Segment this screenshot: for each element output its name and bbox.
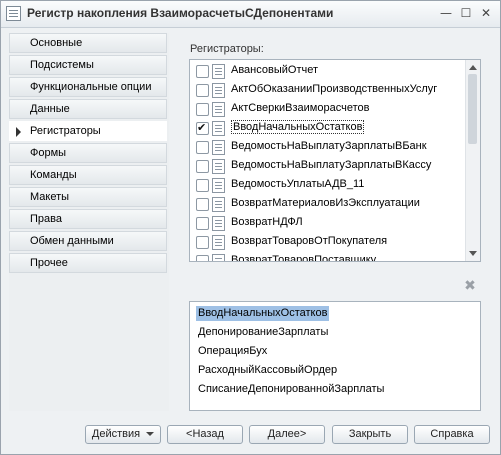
registrator-name: ВедомостьНаВыплатуЗарплатыВКассу [231, 159, 432, 171]
next-button[interactable]: Далее> [249, 425, 325, 444]
registrator-checkbox[interactable] [196, 217, 209, 230]
nav-item-label: Формы [30, 147, 67, 159]
nav-item-label: Основные [30, 37, 83, 49]
list-item[interactable]: ОперацияБух [196, 344, 269, 359]
nav-item-label: Права [30, 213, 62, 225]
nav-item-forms[interactable]: Формы [9, 143, 167, 163]
registrator-checkbox[interactable] [196, 236, 209, 249]
document-icon [212, 254, 225, 261]
nav-item-label: Регистраторы [30, 125, 101, 137]
minimize-icon[interactable]: — [439, 6, 453, 20]
nav-item-data-exchange[interactable]: Обмен данными [9, 231, 167, 251]
registrator-checkbox[interactable] [196, 255, 209, 261]
list-item[interactable]: ВводНачальныхОстатков [196, 306, 330, 321]
registrator-row[interactable]: АвансовыйОтчет [190, 62, 464, 81]
close-button-label: Закрыть [348, 428, 392, 440]
window-title: Регистр накопления ВзаиморасчетыСДепонен… [27, 6, 334, 20]
registrators-list[interactable]: АвансовыйОтчет АктОбОказанииПроизводстве… [189, 59, 481, 262]
nav-item-label: Функциональные опции [30, 81, 152, 93]
back-button-label: <Назад [186, 428, 224, 440]
registrator-row[interactable]: ВозвратНДФЛ [190, 214, 464, 233]
nav-item-label: Данные [30, 103, 70, 115]
nav-item-functional-options[interactable]: Функциональные опции [9, 77, 167, 97]
nav-item-data[interactable]: Данные [9, 99, 167, 119]
nav-item-other[interactable]: Прочее [9, 253, 167, 273]
nav-item-label: Обмен данными [30, 235, 114, 247]
actions-button[interactable]: Действия [85, 425, 161, 444]
maximize-icon[interactable]: ☐ [459, 6, 473, 20]
document-icon [212, 197, 225, 212]
remove-icon[interactable]: ✖ [463, 279, 477, 293]
nav-item-label: Команды [30, 169, 77, 181]
registrator-name: ВводНачальныхОстатков [231, 120, 365, 134]
nav-item-label: Подсистемы [30, 59, 94, 71]
document-icon [212, 121, 225, 136]
current-section-arrow-icon [16, 127, 21, 137]
document-icon [212, 178, 225, 193]
nav-item-commands[interactable]: Команды [9, 165, 167, 185]
document-icon [212, 64, 225, 79]
title-bar: Регистр накопления ВзаиморасчетыСДепонен… [1, 1, 500, 28]
registrator-row[interactable]: ВозвратМатериаловИзЭксплуатации [190, 195, 464, 214]
document-icon [212, 102, 225, 117]
close-button[interactable]: Закрыть [332, 425, 408, 444]
document-icon [212, 159, 225, 174]
selected-registrators-list[interactable]: ВводНачальныхОстатков ДепонированиеЗарпл… [189, 301, 481, 411]
register-icon [6, 6, 21, 21]
registrator-name: ВедомостьУплатыАДВ_11 [231, 178, 365, 190]
scroll-thumb[interactable] [468, 74, 477, 144]
close-icon[interactable]: ✕ [479, 6, 493, 20]
registrator-name: ВозвратНДФЛ [231, 216, 303, 228]
list-item[interactable]: РасходныйКассовыйОрдер [196, 363, 339, 378]
registrator-row[interactable]: ВедомостьНаВыплатуЗарплатыВКассу [190, 157, 464, 176]
registrator-name: АктСверкиВзаиморасчетов [231, 102, 370, 114]
registrator-name: ВозвратТоваровПоставщику [231, 254, 377, 262]
registrator-row[interactable]: АктСверкиВзаиморасчетов [190, 100, 464, 119]
registrator-checkbox[interactable] [196, 121, 209, 135]
document-icon [212, 140, 225, 155]
nav-item-main[interactable]: Основные [9, 33, 167, 53]
registrator-row[interactable]: ВедомостьУплатыАДВ_11 [190, 176, 464, 195]
document-icon [212, 216, 225, 231]
scroll-down-icon[interactable] [469, 251, 477, 256]
registrator-row[interactable]: ВозвратТоваровОтПокупателя [190, 233, 464, 252]
registrator-checkbox[interactable] [196, 65, 209, 78]
editor-window: Регистр накопления ВзаиморасчетыСДепонен… [0, 0, 501, 455]
registrator-name: ВозвратТоваровОтПокупателя [231, 235, 388, 247]
registrator-name: АктОбОказанииПроизводственныхУслуг [231, 83, 438, 95]
registrator-row[interactable]: ВводНачальныхОстатков [190, 119, 464, 138]
list-item[interactable]: ДепонированиеЗарплаты [196, 325, 330, 340]
next-button-label: Далее> [267, 428, 307, 440]
registrator-checkbox[interactable] [196, 141, 209, 154]
nav-item-label: Макеты [30, 191, 70, 203]
list-item[interactable]: СписаниеДепонированнойЗарплаты [196, 382, 386, 397]
registrator-row[interactable]: ВедомостьНаВыплатуЗарплатыВБанк [190, 138, 464, 157]
document-icon [212, 235, 225, 250]
nav-item-templates[interactable]: Макеты [9, 187, 167, 207]
registrator-row[interactable]: АктОбОказанииПроизводственныхУслуг [190, 81, 464, 100]
registrator-checkbox[interactable] [196, 179, 209, 192]
registrator-checkbox[interactable] [196, 84, 209, 97]
registrator-checkbox[interactable] [196, 198, 209, 211]
sections-nav: Основные Подсистемы Функциональные опции… [9, 33, 169, 411]
registrator-checkbox[interactable] [196, 103, 209, 116]
help-button[interactable]: Справка [414, 425, 490, 444]
nav-item-registrators[interactable]: Регистраторы [9, 121, 167, 141]
scroll-up-icon[interactable] [469, 65, 477, 70]
registrators-scrollbar[interactable] [465, 60, 480, 261]
nav-item-subsystems[interactable]: Подсистемы [9, 55, 167, 75]
dropdown-arrow-icon [146, 432, 155, 437]
registrators-label: Регистраторы: [190, 43, 264, 55]
nav-item-rights[interactable]: Права [9, 209, 167, 229]
registrator-name: АвансовыйОтчет [231, 64, 319, 76]
registrator-name: ВозвратМатериаловИзЭксплуатации [231, 197, 420, 209]
actions-button-label: Действия [91, 428, 141, 440]
registrator-row[interactable]: ВозвратТоваровПоставщику [190, 252, 464, 262]
back-button[interactable]: <Назад [167, 425, 243, 444]
nav-item-label: Прочее [30, 257, 68, 269]
registrator-checkbox[interactable] [196, 160, 209, 173]
help-button-label: Справка [430, 428, 474, 440]
registrator-name: ВедомостьНаВыплатуЗарплатыВБанк [231, 140, 427, 152]
document-icon [212, 83, 225, 98]
